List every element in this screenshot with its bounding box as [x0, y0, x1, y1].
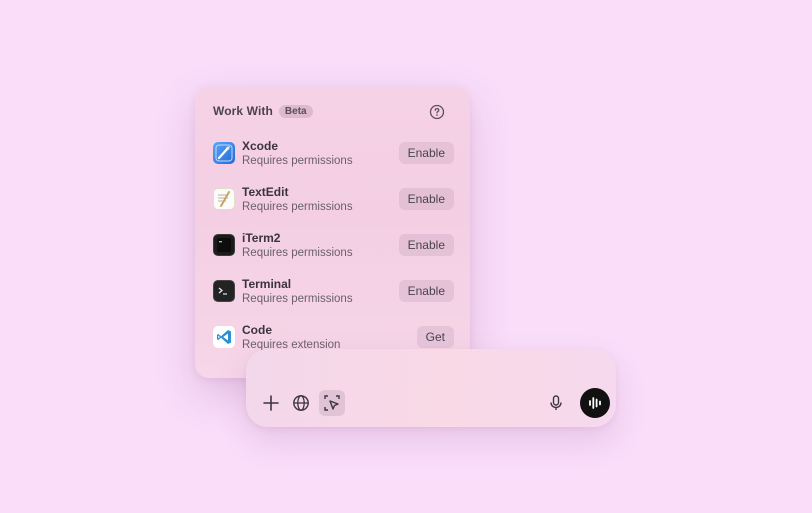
get-code-button[interactable]: Get — [416, 326, 454, 348]
enable-iterm2-button[interactable]: Enable — [398, 234, 454, 256]
app-status: Requires permissions — [242, 247, 353, 259]
app-name: iTerm2 — [242, 231, 281, 245]
enable-textedit-button[interactable]: Enable — [398, 188, 454, 210]
app-name: Xcode — [242, 139, 279, 153]
question-circle-icon[interactable] — [429, 104, 445, 120]
beta-badge: Beta — [278, 104, 313, 118]
xcode-icon — [213, 142, 235, 164]
popover-header: Work With Beta — [213, 104, 313, 118]
enable-xcode-button[interactable]: Enable — [398, 142, 454, 164]
app-status: Requires permissions — [242, 201, 353, 213]
textedit-icon — [213, 188, 235, 210]
enable-terminal-button[interactable]: Enable — [398, 280, 454, 302]
vscode-icon — [213, 326, 235, 348]
app-status: Requires permissions — [242, 293, 353, 305]
work-with-popover: Work With Beta Xcode Requires permission… — [195, 87, 470, 378]
cursor-select-icon[interactable] — [319, 390, 345, 416]
popover-title: Work With — [213, 104, 273, 118]
composer-bar — [246, 349, 616, 427]
app-row-terminal: Terminal Requires permissions Enable — [213, 276, 454, 312]
plus-icon[interactable] — [258, 390, 284, 416]
app-status: Requires permissions — [242, 155, 353, 167]
app-name: Code — [242, 323, 272, 337]
app-row-iterm2: iTerm2 Requires permissions Enable — [213, 230, 454, 266]
iterm2-icon — [213, 234, 235, 256]
microphone-icon[interactable] — [543, 390, 569, 416]
app-row-textedit: TextEdit Requires permissions Enable — [213, 184, 454, 220]
app-row-xcode: Xcode Requires permissions Enable — [213, 138, 454, 174]
app-name: Terminal — [242, 277, 292, 291]
voice-waveform-icon[interactable] — [580, 388, 610, 418]
globe-icon[interactable] — [288, 390, 314, 416]
app-name: TextEdit — [242, 185, 289, 199]
terminal-icon — [213, 280, 235, 302]
